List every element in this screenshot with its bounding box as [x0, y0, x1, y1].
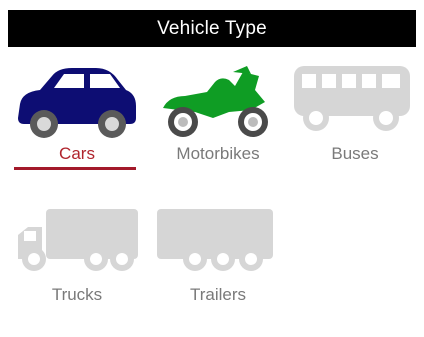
trailer-icon — [157, 209, 273, 271]
vehicle-label-trucks: Trucks — [51, 285, 103, 304]
vehicle-option-trucks[interactable]: Trucks — [14, 207, 140, 337]
selected-underline — [14, 167, 136, 170]
vehicle-type-header: Vehicle Type — [8, 10, 416, 47]
vehicle-label-buses: Buses — [331, 144, 379, 163]
vehicle-option-buses[interactable]: Buses — [292, 62, 418, 192]
vehicle-option-cars[interactable]: Cars — [14, 62, 140, 192]
vehicle-label-motorbikes: Motorbikes — [176, 144, 260, 163]
vehicle-option-trailers[interactable]: Trailers — [155, 207, 281, 337]
car-icon — [18, 68, 136, 138]
truck-icon — [18, 209, 138, 271]
vehicle-option-motorbikes[interactable]: Motorbikes — [155, 62, 281, 192]
vehicle-label-trailers: Trailers — [189, 285, 247, 304]
vehicle-label-cars: Cars — [59, 144, 95, 163]
motorbike-icon — [163, 66, 268, 137]
bus-icon — [294, 66, 410, 131]
header-title: Vehicle Type — [157, 17, 267, 39]
